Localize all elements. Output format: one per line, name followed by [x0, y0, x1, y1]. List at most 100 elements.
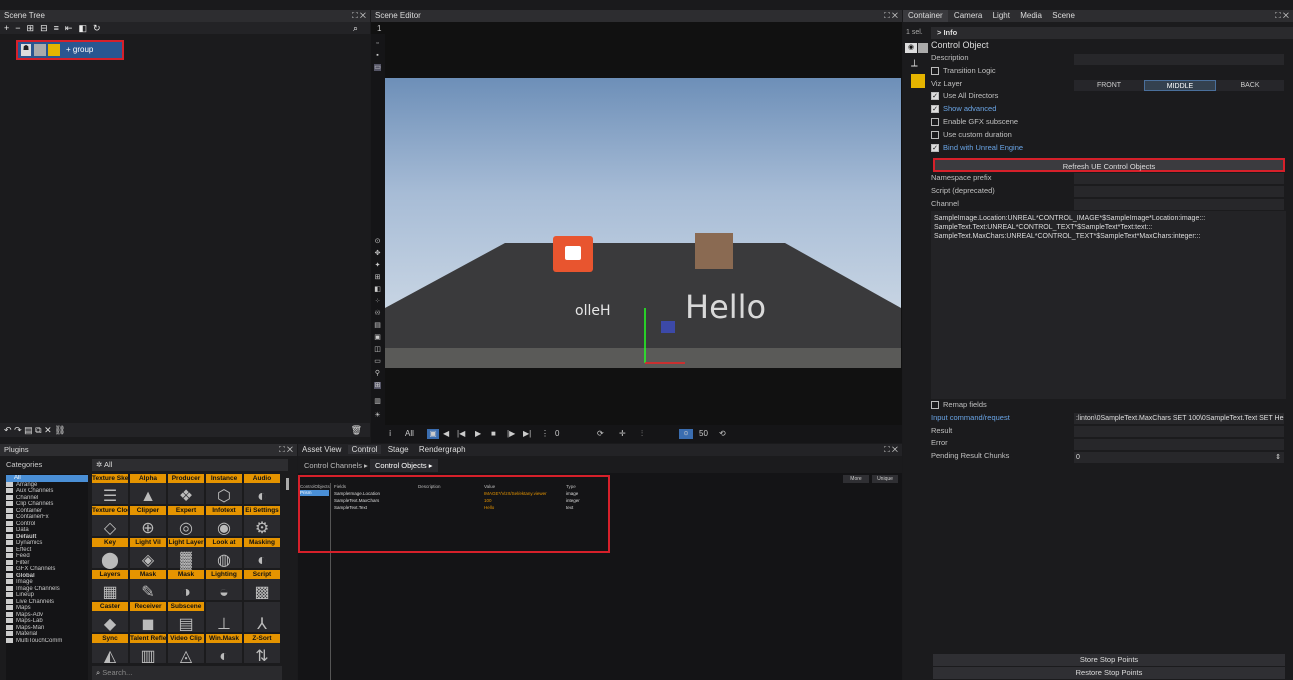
undo-icon[interactable]: ↶	[4, 425, 12, 435]
trash-icon[interactable]: 🗑	[351, 423, 362, 437]
plugin-tile[interactable]: Talent Reflect ▥	[130, 634, 166, 663]
plugin-tile[interactable]: Audio ◐	[244, 474, 280, 505]
tab-control[interactable]: Control	[347, 445, 382, 454]
save-icon[interactable]: ▤	[24, 425, 33, 435]
layer-middle-button[interactable]: MIDDLE	[1144, 80, 1216, 91]
binoculars-icon[interactable]: ♾	[374, 310, 381, 317]
delete-icon[interactable]: ✕	[44, 425, 52, 435]
remove-icon[interactable]: −	[15, 23, 20, 33]
spin-icon[interactable]: ⇕	[1275, 452, 1281, 463]
plugin-tile[interactable]: Look at ◍	[206, 538, 242, 569]
stats-icon[interactable]: ▥	[374, 398, 381, 405]
zoom-icon[interactable]: ⊙	[679, 429, 693, 439]
layer-front-button[interactable]: FRONT	[1074, 80, 1144, 91]
plugin-scrollbar[interactable]	[286, 478, 289, 490]
bind-unreal-row[interactable]: ✓ Bind with Unreal Engine	[931, 142, 1293, 155]
bounding-icon[interactable]: ⊞	[374, 274, 381, 281]
tab-camera[interactable]: Camera	[950, 11, 986, 20]
bone-icon[interactable]: ⫶	[641, 425, 643, 443]
move-icon[interactable]: ✛	[619, 425, 626, 443]
plugin-tile[interactable]: Mask ✎	[130, 570, 166, 601]
eye-icon[interactable]: ◉	[905, 43, 917, 53]
plugin-tile[interactable]: Producer ❖	[168, 474, 204, 505]
result-field[interactable]	[1074, 426, 1284, 437]
plugin-tile[interactable]: Instance ⬡	[206, 474, 242, 505]
sun-icon[interactable]: ☀	[374, 412, 381, 419]
tab-light[interactable]: Light	[989, 11, 1014, 20]
error-field[interactable]	[1074, 439, 1284, 450]
refresh-icon[interactable]: ↻	[93, 23, 101, 33]
custom-duration-row[interactable]: Use custom duration	[931, 129, 1293, 142]
pending-field[interactable]: 0 ⇕	[1074, 452, 1284, 463]
tab-rendergraph[interactable]: Rendergraph	[415, 445, 470, 454]
use-all-directors-checkbox[interactable]: ✓	[931, 92, 939, 101]
transition-logic-row[interactable]: Transition Logic	[931, 65, 1293, 78]
safe-area-icon[interactable]: ◫	[374, 346, 381, 353]
expand-icon[interactable]: ⊟	[40, 23, 48, 33]
play-button[interactable]: ▶	[475, 425, 481, 443]
show-advanced-checkbox[interactable]: ✓	[931, 105, 939, 114]
rotate-icon[interactable]: ⟳	[597, 425, 604, 443]
tab-media[interactable]: Media	[1016, 11, 1046, 20]
plugin-tile[interactable]: Texture Sket ☰	[92, 474, 128, 505]
panel-controls[interactable]: ⛶ ✕	[884, 444, 898, 456]
plugin-tile[interactable]: ⊥	[206, 602, 242, 633]
light-icon[interactable]: ✦	[374, 262, 381, 269]
redo-icon[interactable]: ↷	[14, 425, 22, 435]
grid-snap-icon[interactable]: ⊞	[374, 382, 381, 389]
dot-icon[interactable]: ⁘	[374, 298, 381, 305]
info-header[interactable]: > Info	[931, 27, 1293, 39]
frame-icon[interactable]: ▣	[374, 334, 381, 341]
stop-button[interactable]: ■	[491, 425, 496, 443]
control-object-icon[interactable]	[911, 74, 925, 88]
plugin-tile[interactable]: Texture Clock ◇	[92, 506, 128, 537]
axis-icon[interactable]: ⟂	[911, 58, 918, 69]
view-icon[interactable]: ▫	[374, 40, 381, 47]
panel-controls[interactable]: ⛶ ✕	[352, 10, 366, 22]
remap-checkbox[interactable]	[931, 401, 939, 410]
plugin-tile[interactable]: Video Clip ◬	[168, 634, 204, 663]
transition-logic-checkbox[interactable]	[931, 66, 939, 75]
plugin-tile[interactable]: Clipper ⊕	[130, 506, 166, 537]
enable-gfx-row[interactable]: Enable GFX subscene	[931, 116, 1293, 129]
copy-icon[interactable]: ⧉	[35, 425, 41, 435]
plugin-tile[interactable]: Key ⬤	[92, 538, 128, 569]
refresh-ue-button[interactable]: Refresh UE Control Objects	[933, 158, 1285, 172]
tab-scene[interactable]: Scene	[1048, 11, 1079, 20]
namespace-field[interactable]	[1074, 173, 1284, 184]
render-viewport[interactable]: Hello olleH	[385, 78, 901, 368]
channel-textarea[interactable]: SampleImage.Location:UNREAL*CONTROL_IMAG…	[931, 211, 1286, 399]
input-command-field[interactable]: :linton\0SampleText.MaxChars SET 100\0Sa…	[1074, 413, 1284, 424]
plugin-tile[interactable]: Subscene ▤	[168, 602, 204, 633]
plugin-tile[interactable]: Receiver ◼	[130, 602, 166, 633]
category-item[interactable]: MultiTouchComm	[6, 637, 88, 645]
remap-row[interactable]: Remap fields	[931, 399, 1293, 412]
layer-back-button[interactable]: BACK	[1216, 80, 1284, 91]
more-button[interactable]: More	[843, 475, 869, 483]
category-list[interactable]: All Arrange Aux Channels Channel Clip Channe…	[6, 474, 88, 680]
tab-asset-view[interactable]: Asset View	[298, 445, 345, 454]
merge-icon[interactable]: ≡	[54, 23, 59, 33]
show-advanced-row[interactable]: ✓ Show advanced	[931, 103, 1293, 116]
search-icon[interactable]: ⌕	[353, 22, 358, 34]
filter-dropdown[interactable]: ✲ All	[92, 459, 288, 471]
split-icon[interactable]: ◧	[78, 23, 87, 33]
subtab-control-channels[interactable]: Control Channels ▸	[300, 459, 372, 472]
panel-controls[interactable]: ⛶ ✕	[279, 444, 293, 456]
link-icon[interactable]: ⛓	[54, 425, 65, 435]
screen-icon[interactable]: ▭	[374, 64, 381, 71]
group-node[interactable]: ☗ + group	[16, 40, 124, 60]
rect-icon[interactable]: ▭	[374, 358, 381, 365]
unique-button[interactable]: Unique	[872, 475, 898, 483]
transform-icon[interactable]: ✥	[374, 250, 381, 257]
step-back-icon[interactable]: |◀	[457, 425, 465, 443]
tab-container[interactable]: Container	[903, 10, 948, 22]
plugin-tile[interactable]: Win.Mask ◐	[206, 634, 242, 663]
box-icon[interactable]: ◧	[374, 286, 381, 293]
plugin-tile[interactable]: Expert ◎	[168, 506, 204, 537]
store-stop-points-button[interactable]: Store Stop Points	[933, 654, 1285, 666]
tree-icon[interactable]: ⊞	[27, 23, 35, 33]
plugin-tile[interactable]: Alpha ▲	[130, 474, 166, 505]
all-label[interactable]: All	[405, 425, 414, 443]
plugin-tile[interactable]: Light Vil ◈	[130, 538, 166, 569]
